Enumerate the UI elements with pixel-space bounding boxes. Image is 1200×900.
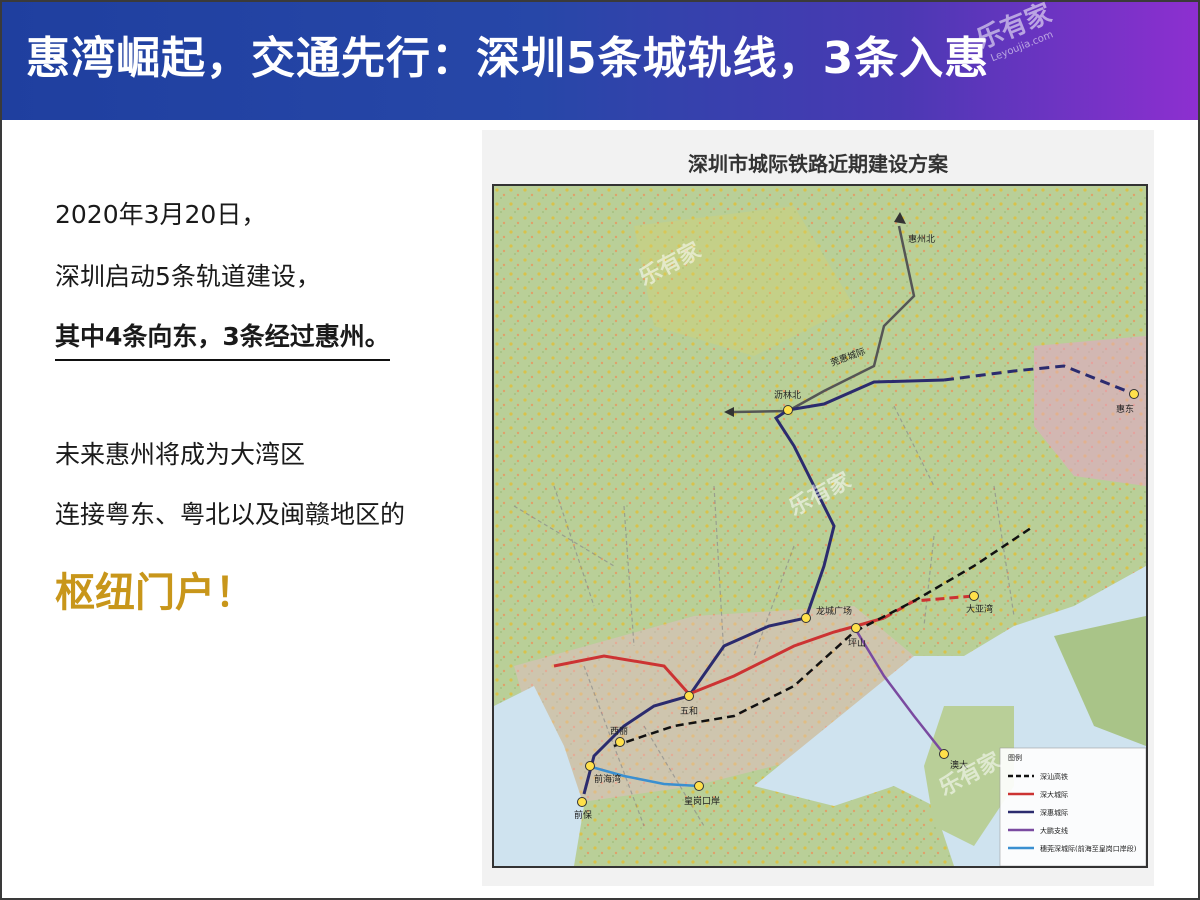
- header-bar: 惠湾崛起，交通先行：深圳5条城轨线，3条入惠 乐有家 Leyoujia.com: [2, 0, 1198, 120]
- legend-label: 深汕高铁: [1040, 772, 1068, 781]
- legend-label: 穗莞深城际(前海至皇岗口岸段): [1040, 844, 1137, 853]
- rail-map[interactable]: 惠州北 沥林北 惠东 龙城广场 坪山 大亚湾 五和 西丽 前海湾 前保 皇岗口岸…: [492, 184, 1148, 868]
- station-label: 前海湾: [594, 773, 621, 785]
- intro-line: 深圳启动5条轨道建设，: [55, 262, 321, 291]
- legend-label: 大鹏支线: [1040, 826, 1068, 835]
- station-label: 惠东: [1116, 403, 1134, 415]
- map-panel: 深圳市城际铁路近期建设方案 惠州北 沥林北 惠东 龙城广场 坪山 大亚湾 五和 …: [482, 130, 1154, 886]
- station-label: 沥林北: [774, 389, 801, 401]
- station-label: 西丽: [610, 726, 628, 737]
- station-huizhoubei[interactable]: 惠州北: [908, 233, 935, 245]
- legend-label: 深惠城际: [1040, 808, 1068, 817]
- future-line: 未来惠州将成为大湾区: [55, 440, 306, 469]
- map-legend: 图例 深汕高铁 深大城际 深惠城际 大鹏支线 穗莞深城际(前海至皇岗口岸段): [999, 747, 1146, 866]
- station-label: 坪山: [848, 638, 866, 649]
- hub-gateway-text: 枢纽门户！: [55, 570, 255, 616]
- watermark-logo: 乐有家 Leyoujia.com: [970, 0, 1060, 67]
- legend-label: 深大城际: [1040, 790, 1068, 799]
- station-label: 龙城广场: [816, 605, 852, 617]
- map-title: 深圳市城际铁路近期建设方案: [688, 152, 948, 176]
- legend-title: 图例: [1008, 753, 1022, 762]
- station-label: 五和: [680, 706, 698, 717]
- station-label: 惠州北: [908, 233, 935, 245]
- highlight-line: 其中4条向东，3条经过惠州。: [55, 317, 390, 361]
- station-label: 大亚湾: [966, 603, 993, 615]
- page-title: 惠湾崛起，交通先行：深圳5条城轨线，3条入惠: [26, 33, 990, 84]
- connect-line: 连接粤东、粤北以及闽赣地区的: [55, 500, 406, 529]
- station-label: 皇岗口岸: [684, 795, 720, 807]
- station-label: 前保: [574, 809, 592, 821]
- date-line: 2020年3月20日，: [55, 200, 267, 229]
